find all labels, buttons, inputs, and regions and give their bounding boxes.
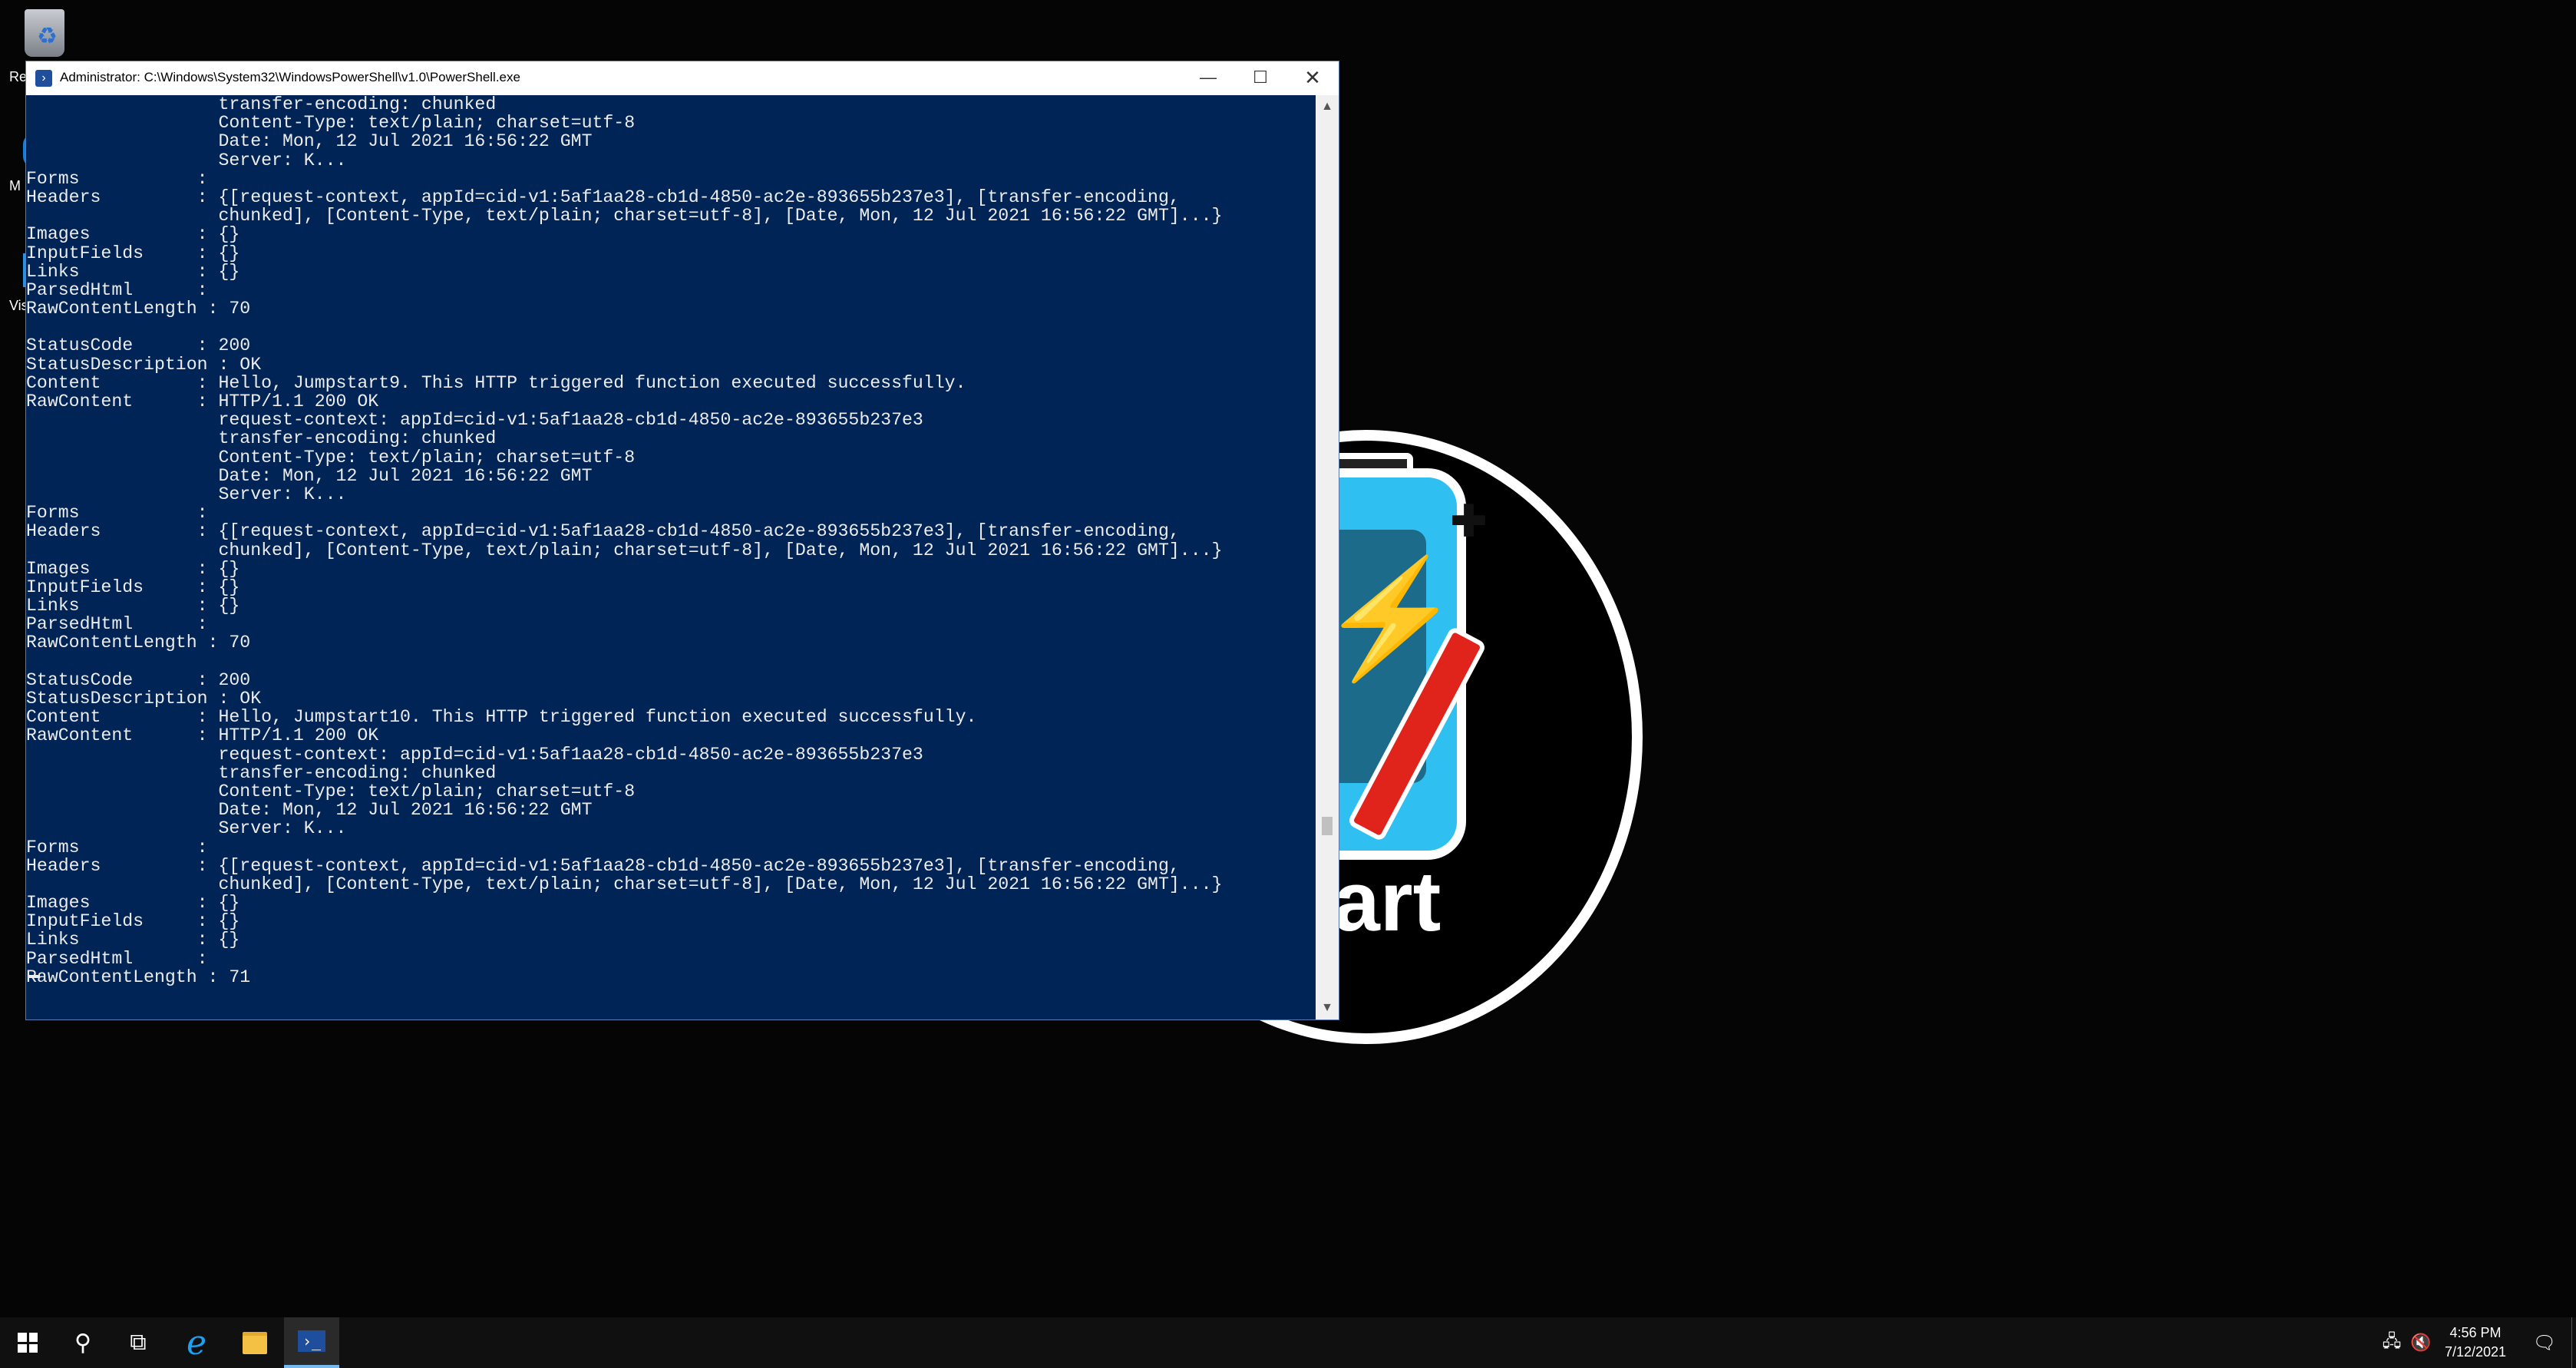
console-line: chunked], [Content-Type, text/plain; cha… — [26, 540, 1223, 560]
console-line: Date: Mon, 12 Jul 2021 16:56:22 GMT — [26, 465, 593, 486]
taskbar-clock[interactable]: 4:56 PM 7/12/2021 — [2433, 1323, 2518, 1362]
console-line: StatusCode : 200 — [26, 335, 251, 356]
console-line: RawContentLength : 70 — [26, 633, 251, 653]
taskbar-powershell[interactable]: ›_ — [284, 1317, 339, 1368]
console-line: Date: Mon, 12 Jul 2021 16:56:22 GMT — [26, 800, 593, 821]
console-line: Forms : — [26, 837, 208, 857]
taskbar-internet-explorer[interactable]: e — [169, 1317, 224, 1368]
console-line: Images : {} — [26, 224, 240, 245]
console-line: transfer-encoding: chunked — [26, 428, 497, 449]
console-line: Server: K... — [26, 150, 347, 170]
console-line: StatusDescription : OK — [26, 354, 262, 375]
powershell-icon: › — [35, 70, 52, 87]
console-line: Content-Type: text/plain; charset=utf-8 — [26, 113, 636, 134]
recycle-bin-label: Re — [9, 69, 28, 84]
console-line: ParsedHtml : — [26, 948, 208, 969]
internet-explorer-icon: e — [186, 1323, 207, 1363]
console-line: Links : {} — [26, 261, 240, 282]
console-line: Server: K... — [26, 484, 347, 504]
console-line: ParsedHtml : — [26, 279, 208, 300]
taskbar: ⚲ ⧉ e ›_ 🖧 🔇 4:56 PM 7/12/2021 🗨 — [0, 1317, 2576, 1368]
console-line: Content : Hello, Jumpstart9. This HTTP t… — [26, 372, 966, 393]
console-line: request-context: appId=cid-v1:5af1aa28-c… — [26, 410, 923, 431]
console-output[interactable]: transfer-encoding: chunked Content-Type:… — [26, 95, 1316, 1019]
console-line: Links : {} — [26, 930, 240, 950]
console-line: Content-Type: text/plain; charset=utf-8 — [26, 781, 636, 801]
powershell-taskbar-icon: ›_ — [298, 1330, 325, 1352]
window-title: Administrator: C:\Windows\System32\Windo… — [60, 70, 520, 84]
console-line: Date: Mon, 12 Jul 2021 16:56:22 GMT — [26, 131, 593, 152]
console-line: Content-Type: text/plain; charset=utf-8 — [26, 447, 636, 468]
console-line: InputFields : {} — [26, 577, 240, 597]
console-line: Forms : — [26, 503, 208, 524]
plus-icon: ✚ — [1451, 497, 1487, 545]
console-line: request-context: appId=cid-v1:5af1aa28-c… — [26, 744, 923, 765]
console-line: StatusCode : 200 — [26, 669, 251, 690]
console-line: chunked], [Content-Type, text/plain; cha… — [26, 874, 1223, 894]
clock-date: 7/12/2021 — [2444, 1344, 2507, 1360]
console-line: Links : {} — [26, 596, 240, 616]
recycle-symbol-icon: ♻ — [37, 24, 58, 49]
folder-icon — [243, 1331, 267, 1354]
search-icon: ⚲ — [74, 1330, 91, 1356]
console-line: RawContentLength : 70 — [26, 299, 251, 319]
minimize-button[interactable]: — — [1182, 61, 1234, 95]
console-line: RawContent : HTTP/1.1 200 OK — [26, 725, 379, 746]
console-line: Headers : {[request-context, appId=cid-v… — [26, 521, 1180, 542]
task-view-icon: ⧉ — [130, 1330, 147, 1355]
console-line: Images : {} — [26, 893, 240, 914]
console-line: transfer-encoding: chunked — [26, 762, 497, 783]
console-line: InputFields : {} — [26, 911, 240, 932]
search-button[interactable]: ⚲ — [55, 1317, 111, 1368]
maximize-button[interactable]: ☐ — [1234, 61, 1286, 95]
volume-muted-icon[interactable]: 🔇 — [2407, 1317, 2435, 1368]
task-view-button[interactable]: ⧉ — [111, 1317, 166, 1368]
vertical-scrollbar[interactable]: ▲ ▼ — [1316, 95, 1339, 1019]
console-line: Server: K... — [26, 818, 347, 839]
edge-shortcut-label: M — [9, 178, 21, 193]
start-button[interactable] — [0, 1317, 55, 1368]
network-icon[interactable]: 🖧 — [2378, 1317, 2406, 1368]
taskbar-file-explorer[interactable] — [227, 1317, 282, 1368]
console-line: Content : Hello, Jumpstart10. This HTTP … — [26, 707, 977, 728]
action-center-icon[interactable]: 🗨 — [2525, 1317, 2564, 1368]
scroll-up-arrow-icon[interactable]: ▲ — [1316, 95, 1339, 118]
console-line: InputFields : {} — [26, 243, 240, 263]
console-line: RawContentLength : 71 — [26, 967, 251, 987]
console-line: Images : {} — [26, 558, 240, 579]
console-line: transfer-encoding: chunked — [26, 95, 497, 114]
console-line: ParsedHtml : — [26, 614, 208, 635]
close-button[interactable]: ✕ — [1286, 61, 1339, 95]
console-line: RawContent : HTTP/1.1 200 OK — [26, 392, 379, 411]
window-titlebar[interactable]: › Administrator: C:\Windows\System32\Win… — [26, 61, 1339, 95]
console-line: StatusDescription : OK — [26, 689, 262, 709]
console-line: chunked], [Content-Type, text/plain; cha… — [26, 206, 1223, 226]
show-desktop-button[interactable] — [2571, 1317, 2576, 1368]
clock-time: 4:56 PM — [2449, 1325, 2502, 1340]
text-cursor — [29, 975, 40, 978]
powershell-window[interactable]: › Administrator: C:\Windows\System32\Win… — [26, 61, 1339, 1019]
windows-logo-icon — [18, 1333, 38, 1353]
console-line: Forms : — [26, 168, 208, 189]
console-line: Headers : {[request-context, appId=cid-v… — [26, 855, 1180, 876]
scroll-down-arrow-icon[interactable]: ▼ — [1316, 996, 1339, 1019]
scrollbar-thumb[interactable] — [1322, 817, 1333, 835]
console-line: Headers : {[request-context, appId=cid-v… — [26, 187, 1180, 207]
